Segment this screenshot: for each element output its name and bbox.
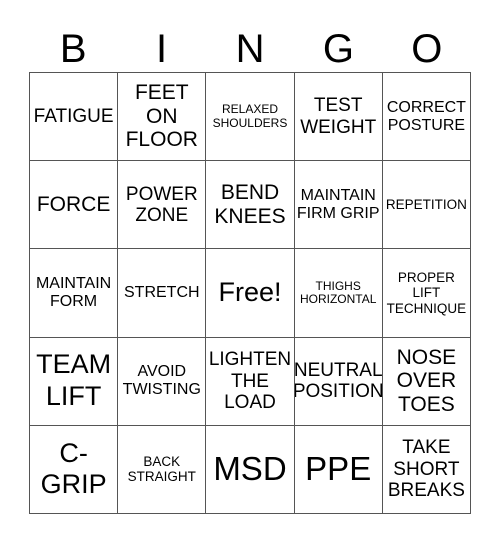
bingo-cell[interactable]: RELAXED SHOULDERS [206, 73, 295, 162]
bingo-cell[interactable]: FATIGUE [30, 73, 119, 162]
bingo-cell[interactable]: THIGHS HORIZONTAL [294, 249, 383, 338]
bingo-cell[interactable]: BEND KNEES [206, 161, 295, 250]
header-letter-b: B [59, 27, 87, 71]
bingo-cell[interactable]: TAKE SHORT BREAKS [382, 425, 471, 514]
free-space-cell[interactable]: Free! [206, 249, 295, 338]
bingo-cell[interactable]: FEET ON FLOOR [118, 73, 207, 162]
bingo-cell[interactable]: TEAM LIFT [30, 337, 119, 426]
bingo-cell[interactable]: TEST WEIGHT [294, 73, 383, 162]
header-letter-n: N [235, 27, 265, 71]
bingo-cell[interactable]: PROPER LIFT TECHNIQUE [382, 249, 471, 338]
bingo-cell[interactable]: BACK STRAIGHT [118, 425, 207, 514]
header-letter-g: G [322, 27, 354, 71]
header-letter-o: O [411, 27, 443, 71]
bingo-cell[interactable]: NOSE OVER TOES [382, 337, 471, 426]
bingo-cell[interactable]: POWER ZONE [118, 161, 207, 250]
bingo-cell[interactable]: REPETITION [382, 161, 471, 250]
bingo-cell[interactable]: FORCE [30, 161, 119, 250]
bingo-cell[interactable]: MAINTAIN FIRM GRIP [294, 161, 383, 250]
bingo-cell[interactable]: AVOID TWISTING [118, 337, 207, 426]
bingo-cell[interactable]: LIGHTEN THE LOAD [206, 337, 295, 426]
bingo-cell[interactable]: MAINTAIN FORM [30, 249, 119, 338]
bingo-cell[interactable]: MSD [206, 425, 295, 514]
bingo-cell[interactable]: NEUTRAL POSITION [294, 337, 383, 426]
bingo-header: B I N G O [29, 26, 471, 72]
bingo-board: FATIGUE FEET ON FLOOR RELAXED SHOULDERS … [29, 72, 471, 514]
bingo-cell[interactable]: PPE [294, 425, 383, 514]
header-letter-i: I [156, 27, 168, 71]
bingo-cell[interactable]: CORRECT POSTURE [382, 73, 471, 162]
bingo-cell[interactable]: C-GRIP [30, 425, 119, 514]
bingo-cell[interactable]: STRETCH [118, 249, 207, 338]
